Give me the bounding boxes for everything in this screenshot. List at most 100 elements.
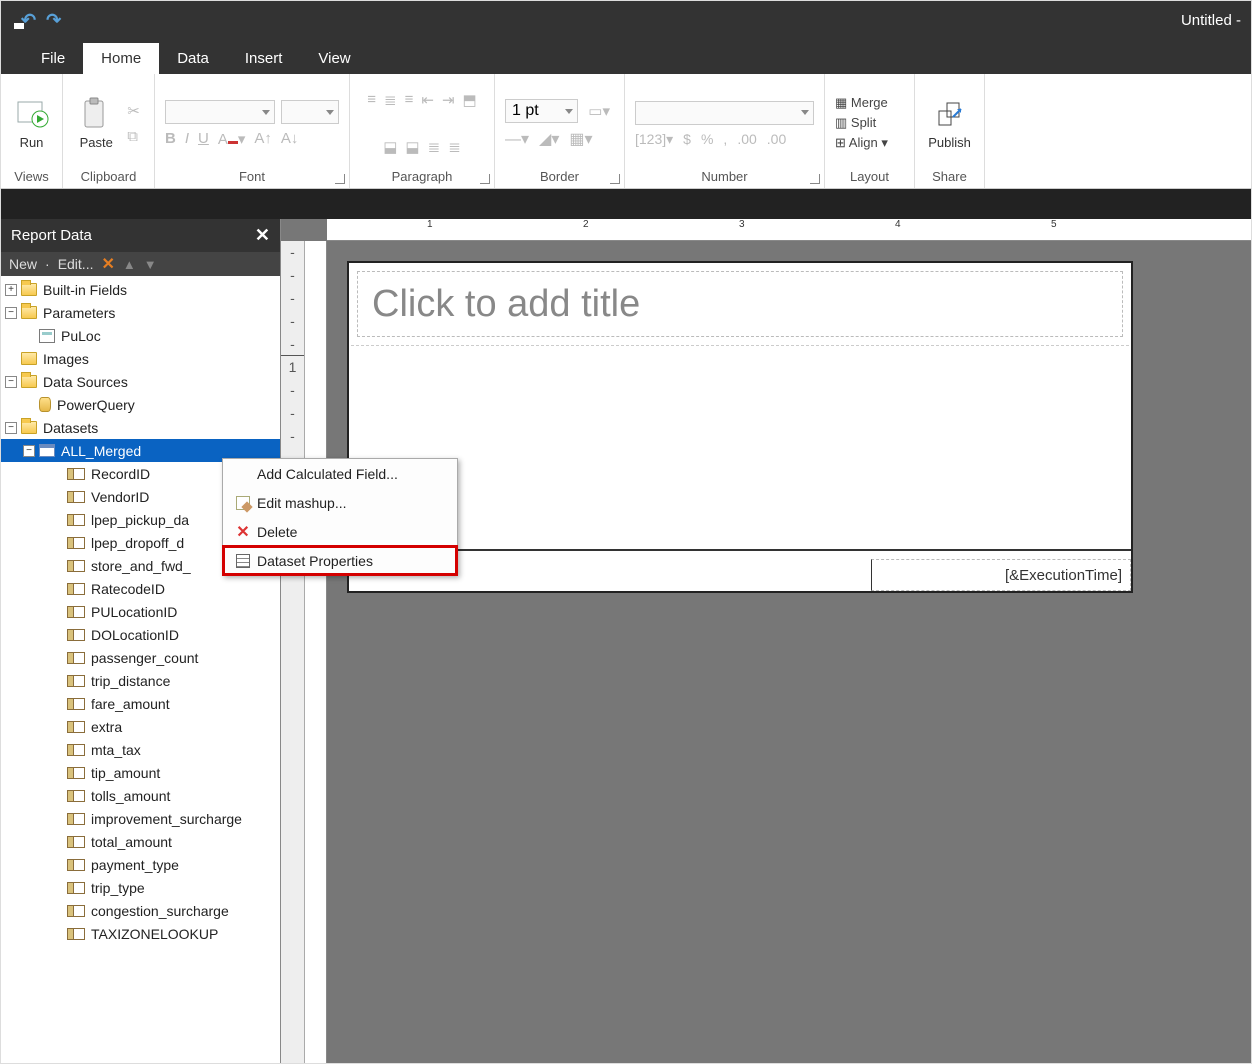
valign-mid-icon[interactable]: ⬓	[383, 138, 397, 156]
indent-dec-icon[interactable]: ⇤	[421, 91, 434, 109]
tab-home[interactable]: Home	[83, 43, 159, 74]
font-color-icon[interactable]: A▾	[218, 130, 246, 148]
inc-decimal-icon[interactable]: .00	[737, 131, 756, 148]
valign-top-icon[interactable]: ⬒	[463, 91, 477, 109]
numbering-icon[interactable]: ≣	[448, 138, 461, 156]
dataset-icon	[39, 444, 55, 457]
border-dialog-launcher-icon[interactable]	[610, 174, 620, 184]
collapse-icon[interactable]: −	[5, 376, 17, 388]
tree-field[interactable]: PULocationID	[1, 600, 280, 623]
grow-font-icon[interactable]: A↑	[254, 130, 272, 148]
redo-icon[interactable]: ↷	[46, 10, 61, 31]
publish-button[interactable]: Publish	[922, 95, 977, 152]
tree-parameters[interactable]: Parameters	[43, 305, 115, 321]
tree-field[interactable]: trip_type	[1, 876, 280, 899]
tree-field[interactable]: mta_tax	[1, 738, 280, 761]
tree-builtin-fields[interactable]: Built-in Fields	[43, 282, 127, 298]
font-dialog-launcher-icon[interactable]	[335, 174, 345, 184]
bold-icon[interactable]: B	[165, 130, 176, 148]
expand-icon[interactable]: +	[5, 284, 17, 296]
number-format-combo[interactable]	[635, 101, 814, 125]
tree-field[interactable]: RatecodeID	[1, 577, 280, 600]
execution-time-textbox[interactable]: [&ExecutionTime]	[871, 559, 1131, 591]
panel-edit-button[interactable]: Edit...	[58, 256, 94, 272]
tree-field[interactable]: DOLocationID	[1, 623, 280, 646]
bullets-icon[interactable]: ≣	[428, 138, 441, 156]
report-footer[interactable]: [&ExecutionTime]	[349, 551, 1131, 591]
copy-icon[interactable]: ⧉	[123, 126, 144, 147]
tree-field[interactable]: TAXIZONELOOKUP	[1, 922, 280, 945]
comma-icon[interactable]: ,	[723, 131, 727, 148]
border-style-icon[interactable]: —▾	[505, 129, 529, 149]
paragraph-dialog-launcher-icon[interactable]	[480, 174, 490, 184]
field-icon	[67, 514, 85, 526]
tree-field[interactable]: improvement_surcharge	[1, 807, 280, 830]
report-body[interactable]	[351, 345, 1129, 545]
ctx-add-calculated-field[interactable]: Add Calculated Field...	[223, 459, 457, 488]
font-family-combo[interactable]	[165, 100, 275, 124]
panel-new-button[interactable]: New	[9, 256, 37, 272]
tree-field[interactable]: trip_distance	[1, 669, 280, 692]
field-icon	[67, 859, 85, 871]
panel-delete-icon[interactable]: ✕	[101, 254, 114, 274]
align-center-icon[interactable]: ≣	[384, 91, 397, 109]
field-icon	[67, 836, 85, 848]
dec-decimal-icon[interactable]: .00	[767, 131, 786, 148]
fill-color-icon[interactable]: ◢▾	[539, 129, 559, 149]
split-button[interactable]: ▥ Split	[835, 115, 876, 131]
tree-field[interactable]: total_amount	[1, 830, 280, 853]
collapse-icon[interactable]: −	[23, 445, 35, 457]
tab-data[interactable]: Data	[159, 43, 227, 74]
currency-icon[interactable]: $	[683, 131, 691, 148]
design-surface[interactable]: 1 2 3 4 5 ---- - 1--- - -- -- Click to a…	[281, 219, 1251, 1063]
title-placeholder[interactable]: Click to add title	[357, 271, 1123, 337]
ctx-edit-mashup[interactable]: Edit mashup...	[223, 488, 457, 517]
run-button[interactable]: Run	[9, 95, 55, 152]
field-icon	[67, 813, 85, 825]
tab-view[interactable]: View	[300, 43, 368, 74]
panel-moveup-icon[interactable]: ▲	[123, 257, 136, 272]
align-button[interactable]: ⊞ Align ▾	[835, 135, 888, 151]
paste-button[interactable]: Paste	[73, 95, 119, 152]
align-left-icon[interactable]: ≡	[367, 91, 376, 108]
collapse-icon[interactable]: −	[5, 307, 17, 319]
tree-datasets[interactable]: Datasets	[43, 420, 98, 436]
tree-images[interactable]: Images	[43, 351, 89, 367]
tab-insert[interactable]: Insert	[227, 43, 301, 74]
tree-field[interactable]: passenger_count	[1, 646, 280, 669]
border-color-icon[interactable]: ▭▾	[584, 100, 614, 122]
tree-field[interactable]: tip_amount	[1, 761, 280, 784]
placeholder-icon[interactable]: [123]▾	[635, 131, 673, 148]
merge-button[interactable]: ▦ Merge	[835, 95, 888, 111]
shrink-font-icon[interactable]: A↓	[281, 130, 299, 148]
panel-movedown-icon[interactable]: ▼	[144, 257, 157, 272]
percent-icon[interactable]: %	[701, 131, 713, 148]
panel-close-icon[interactable]: ✕	[255, 225, 270, 246]
borders-icon[interactable]: ▦▾	[569, 129, 592, 149]
tree-field[interactable]: fare_amount	[1, 692, 280, 715]
tree-datasources[interactable]: Data Sources	[43, 374, 128, 390]
tree-field[interactable]: extra	[1, 715, 280, 738]
italic-icon[interactable]: I	[185, 130, 189, 148]
tree-field[interactable]: tolls_amount	[1, 784, 280, 807]
tree-field[interactable]: congestion_surcharge	[1, 899, 280, 922]
tab-file[interactable]: File	[23, 43, 83, 74]
ctx-dataset-properties[interactable]: Dataset Properties	[223, 546, 457, 575]
font-size-combo[interactable]	[281, 100, 339, 124]
border-width-combo[interactable]: 1 pt	[505, 99, 578, 123]
underline-icon[interactable]: U	[198, 130, 209, 148]
field-icon	[67, 882, 85, 894]
tree-param-puloc[interactable]: PuLoc	[61, 328, 101, 344]
report-data-tree[interactable]: + Built-in Fields − Parameters PuLoc Image…	[1, 276, 280, 1063]
ctx-delete[interactable]: ✕Delete	[223, 517, 457, 546]
cut-icon[interactable]: ✂	[123, 100, 144, 122]
collapse-icon[interactable]: −	[5, 422, 17, 434]
tree-field[interactable]: payment_type	[1, 853, 280, 876]
align-right-icon[interactable]: ≡	[405, 91, 414, 108]
run-label: Run	[20, 135, 44, 150]
indent-inc-icon[interactable]: ⇥	[442, 91, 455, 109]
valign-bot-icon[interactable]: ⬓	[405, 138, 419, 156]
number-dialog-launcher-icon[interactable]	[810, 174, 820, 184]
report-canvas[interactable]: Click to add title [&ExecutionTime]	[347, 261, 1133, 593]
tree-ds-powerquery[interactable]: PowerQuery	[57, 397, 135, 413]
